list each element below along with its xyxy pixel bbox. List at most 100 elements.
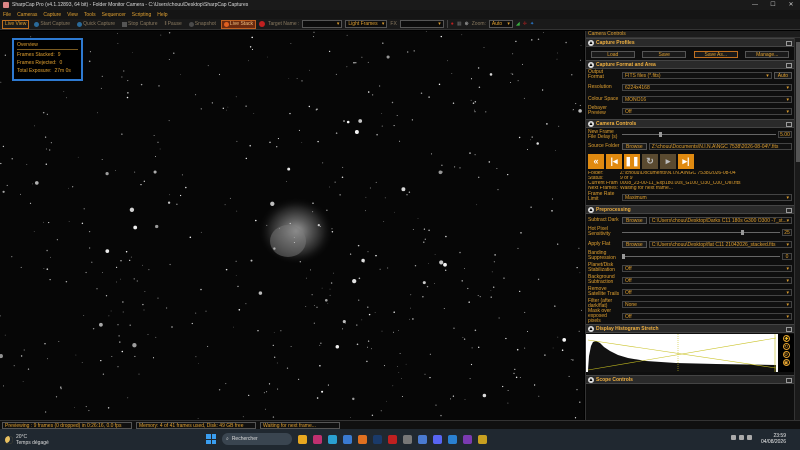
step-back-icon[interactable]: |◂ [606,154,622,169]
menu-file[interactable]: File [3,12,11,18]
grid-icon[interactable]: ▦ [457,21,462,27]
menu-sequencer[interactable]: Sequencer [102,12,126,18]
colour-space-select[interactable]: MONO16 ▾ [622,95,792,103]
weather-widget[interactable]: 20°C Temps dégagé [0,434,190,446]
minimize-button[interactable]: — [746,0,764,10]
volume-icon[interactable] [739,435,744,440]
capture-profiles-header[interactable]: ▲ Capture Profiles [586,38,794,47]
step-forward-icon[interactable]: ▸| [678,154,694,169]
photoshop-icon[interactable] [373,434,382,444]
manage-profiles-button[interactable]: Manage... [745,50,790,58]
store-icon[interactable] [343,434,352,444]
frame-rate-select[interactable]: Maximum ▾ [622,193,792,201]
menu-view[interactable]: View [67,12,78,18]
refresh-icon[interactable]: ↻ [642,154,658,169]
section-menu-icon[interactable] [786,378,792,383]
reticle-icon[interactable]: ✛ [523,21,527,27]
target-name-input[interactable]: ▾ [302,20,343,28]
hot-pixel-slider[interactable] [622,229,780,236]
section-menu-icon[interactable] [786,63,792,68]
menu-cameras[interactable]: Cameras [17,12,37,18]
mask-select[interactable]: Off ▾ [622,312,792,320]
wand-icon[interactable]: ✦ [530,21,534,27]
banding-value[interactable]: 0 [782,252,792,260]
camera-controls-header[interactable]: ▲ Camera Controls [586,119,794,128]
save-profile-button[interactable]: Save [642,50,687,58]
subtract-dark-select[interactable]: C:\Users\chouu\Desktop\Darks C11 180s G3… [648,216,792,224]
apply-flat-select[interactable]: C:\Users\chouu\Desktop\flat C11 21042026… [648,240,792,248]
section-menu-icon[interactable] [786,122,792,127]
slider-knob[interactable] [740,229,744,235]
image-viewport[interactable] [0,31,584,420]
edge-icon[interactable] [328,434,337,444]
background-select[interactable]: Off ▾ [622,276,792,284]
hot-pixel-value[interactable]: 25 [782,228,792,236]
stop-capture-button[interactable]: Stop Capture [120,20,159,29]
taskbar-search[interactable]: ⌕ Rechercher [222,433,292,445]
histogram-header[interactable]: ▲ Display Histogram Stretch [586,324,794,333]
stack-overview-box[interactable]: Overview Frames Stacked: 9 Frames Rejecte… [12,38,83,81]
output-format-select[interactable]: FITS files (*.fits) ▾ [622,71,772,79]
sharpcap-icon[interactable] [478,434,487,444]
save-stretch-icon[interactable]: ▣ [782,359,790,366]
fx-select[interactable]: ▾ [399,20,444,28]
satellite-select[interactable]: Off ▾ [622,288,792,296]
panel-scrollbar[interactable] [794,38,800,420]
histogram-display[interactable]: ⚡ ⟲ ⚙ ▣ [586,334,794,372]
play-icon[interactable]: ▸ [660,154,676,169]
app-icon[interactable] [403,434,412,444]
scope-controls-header[interactable]: ▲ Scope Controls [586,375,794,384]
debayer-select[interactable]: Off ▾ [622,107,792,115]
network-icon[interactable] [731,435,736,440]
capture-format-header[interactable]: ▲ Capture Format and Area [586,60,794,69]
auto-stretch-icon[interactable]: ⚡ [782,335,790,342]
close-button[interactable]: ✕ [782,0,800,10]
section-menu-icon[interactable] [786,327,792,332]
battery-icon[interactable] [747,435,752,440]
reset-stretch-icon[interactable]: ⟲ [782,343,790,350]
quick-capture-button[interactable]: Quick Capture [75,20,117,29]
pause-button[interactable]: ‖ Pause [163,20,184,29]
section-menu-icon[interactable] [786,41,792,46]
app-icon[interactable] [313,434,322,444]
live-view-button[interactable]: Live View [2,19,30,29]
load-profile-button[interactable]: Load [590,50,635,58]
rewind-icon[interactable]: « [588,154,604,169]
zoom-select[interactable]: Auto ▾ [488,20,513,28]
filter-select[interactable]: None ▾ [622,300,792,308]
planet-select[interactable]: Off ▾ [622,264,792,272]
start-capture-button[interactable]: Start Capture [32,20,72,29]
section-menu-icon[interactable] [786,208,792,213]
slider-knob[interactable] [622,253,625,259]
app-icon[interactable] [448,434,457,444]
frame-delay-value[interactable]: 5.00 [778,131,792,138]
browse-source-button[interactable]: Browse [622,143,647,150]
browse-flat-button[interactable]: Browse [622,240,647,248]
windows-start-icon[interactable] [206,434,216,444]
app-icon[interactable] [418,434,427,444]
discord-icon[interactable] [433,434,442,444]
scrollbar-thumb[interactable] [796,42,800,162]
resolution-select[interactable]: 6224x4168 ▾ [622,83,792,91]
preprocessing-header[interactable]: ▲ Preprocessing [586,205,794,214]
menu-help[interactable]: Help [157,12,167,18]
menu-capture[interactable]: Capture [43,12,61,18]
firefox-icon[interactable] [358,434,367,444]
snapshot-button[interactable]: Snapshot [187,20,218,29]
browse-dark-button[interactable]: Browse [622,216,647,224]
banding-slider[interactable] [622,253,780,260]
live-stack-button[interactable]: Live Stack [220,19,256,29]
frame-delay-slider[interactable] [622,131,776,138]
stretch-settings-icon[interactable]: ⚙ [782,351,790,358]
menu-scripting[interactable]: Scripting [132,12,151,18]
pause-icon[interactable]: ❚❚ [624,154,640,169]
taskbar-clock[interactable]: 23:59 04/08/2026 [761,433,786,445]
save-as-profile-button[interactable]: Save As... [693,50,738,58]
source-folder-input[interactable]: Z:\chouu\Documents\N.I.N.A\NGC 7538\2026… [648,143,792,150]
menu-tools[interactable]: Tools [84,12,96,18]
app-icon[interactable] [463,434,472,444]
auto-button[interactable]: Auto [773,71,792,79]
app-icon[interactable] [388,434,397,444]
maximize-button[interactable]: ☐ [764,0,782,10]
frame-type-select[interactable]: Light Frames ▾ [345,20,388,28]
